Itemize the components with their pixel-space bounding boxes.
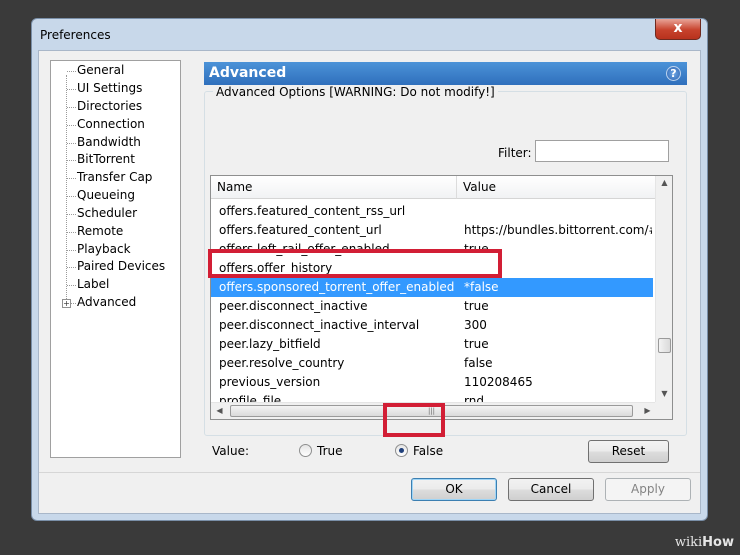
row-name: offers.featured_content_url [219, 223, 382, 237]
group-label: Advanced Options [WARNING: Do not modify… [213, 85, 498, 99]
sidebar-item-label: Bandwidth [77, 135, 141, 149]
preferences-tree: General UI Settings Directories Connecti… [50, 60, 181, 458]
panel-title: Advanced [209, 65, 287, 81]
value-label: Value: [212, 444, 249, 458]
sidebar-item-label: UI Settings [77, 81, 143, 95]
sidebar-item-label: Playback [77, 242, 131, 256]
vertical-scroll-thumb[interactable] [658, 338, 671, 353]
help-icon[interactable]: ? [666, 66, 681, 81]
row-name: offers.featured_content_rss_url [219, 204, 406, 218]
window-title: Preferences [40, 28, 111, 42]
cancel-button[interactable]: Cancel [508, 478, 594, 501]
apply-button[interactable]: Apply [605, 478, 691, 501]
expand-plus-icon[interactable]: + [62, 299, 71, 308]
radio-checked-icon [395, 444, 408, 457]
sidebar-item-label: Queueing [77, 188, 135, 202]
horizontal-scrollbar[interactable]: ◀ ||| ▶ [211, 402, 657, 419]
sidebar-item-label: Directories [77, 99, 143, 113]
row-value: true [464, 299, 489, 313]
vertical-scrollbar[interactable]: ▲ ▼ [655, 176, 672, 403]
watermark-suffix: How [702, 535, 734, 550]
sidebar-item-label: General [77, 63, 125, 77]
row-name: peer.lazy_bitfield [219, 337, 321, 351]
panel-title-bar: Advanced ? [204, 62, 687, 85]
table-row[interactable]: profile_file rnd [211, 392, 653, 402]
ok-button[interactable]: OK [411, 478, 497, 501]
sidebar-item-label: BitTorrent [77, 152, 135, 166]
table-row[interactable]: offers.featured_content_url https://bundl… [211, 221, 653, 240]
advanced-options-table: Name Value offers.featured_content_rss_u… [210, 175, 673, 420]
sidebar-item-label: Connection [77, 117, 145, 131]
radio-true[interactable]: True [299, 444, 343, 460]
table-row[interactable]: previous_version 110208465 [211, 373, 653, 392]
filter-input[interactable] [535, 140, 669, 162]
scroll-left-arrow-icon[interactable]: ◀ [211, 406, 228, 415]
table-row[interactable]: offers.left_rail_offer_enabled true [211, 240, 653, 259]
sidebar-item-label: Scheduler [77, 206, 138, 220]
sidebar-item-label: Remote [77, 224, 124, 238]
scroll-right-arrow-icon[interactable]: ▶ [639, 406, 656, 415]
row-name: offers.sponsored_torrent_offer_enabled [219, 280, 455, 294]
row-value: *false [464, 280, 499, 294]
column-header-name[interactable]: Name [211, 176, 457, 199]
filter-label: Filter: [498, 146, 532, 160]
row-value: true [464, 337, 489, 351]
table-row[interactable]: peer.resolve_country false [211, 354, 653, 373]
dialog-client-area: General UI Settings Directories Connecti… [38, 50, 701, 514]
scrollbar-corner [655, 402, 672, 419]
scroll-down-arrow-icon[interactable]: ▼ [656, 389, 672, 398]
preferences-window: Preferences x General UI Settings Direct… [31, 18, 708, 521]
table-row[interactable]: offers.featured_content_rss_url [211, 202, 653, 221]
sidebar-item-label: Paired Devices [77, 259, 166, 273]
row-name: peer.resolve_country [219, 356, 345, 370]
table-row[interactable]: peer.lazy_bitfield true [211, 335, 653, 354]
row-name: offers.offer_history [219, 261, 333, 275]
row-value: rnd [464, 394, 484, 402]
radio-false-label: False [413, 444, 444, 458]
wikihow-watermark: wikiHow [675, 535, 734, 550]
column-header-value[interactable]: Value [457, 176, 657, 199]
table-body: offers.featured_content_rss_url offers.f… [211, 202, 657, 402]
sidebar-item-label: Advanced [77, 295, 137, 309]
radio-unchecked-icon [299, 444, 312, 457]
table-row[interactable]: offers.offer_history [211, 259, 653, 278]
radio-false[interactable]: False [395, 444, 443, 460]
tree-connector-line [66, 75, 67, 307]
scroll-up-arrow-icon[interactable]: ▲ [656, 178, 672, 187]
row-value: 110208465 [464, 375, 533, 389]
row-value: true [464, 242, 489, 256]
table-row[interactable]: peer.disconnect_inactive_interval 300 [211, 316, 653, 335]
row-value: 300 [464, 318, 487, 332]
row-value: https://bundles.bittorrent.com/#... [464, 223, 652, 237]
sidebar-item-label: Label [77, 277, 110, 291]
row-name: offers.left_rail_offer_enabled [219, 242, 390, 256]
sidebar-item-label: Transfer Cap [77, 170, 153, 184]
table-row[interactable]: peer.disconnect_inactive true [211, 297, 653, 316]
watermark-prefix: wiki [674, 535, 703, 550]
row-name: peer.disconnect_inactive [219, 299, 368, 313]
row-name: peer.disconnect_inactive_interval [219, 318, 420, 332]
row-value: false [464, 356, 493, 370]
footer-divider [39, 472, 700, 473]
reset-button[interactable]: Reset [588, 440, 669, 463]
row-name: profile_file [219, 394, 282, 402]
close-button[interactable]: x [655, 19, 701, 40]
row-name: previous_version [219, 375, 321, 389]
horizontal-scroll-thumb[interactable]: ||| [230, 405, 633, 417]
radio-true-label: True [317, 444, 343, 458]
table-row-selected[interactable]: offers.sponsored_torrent_offer_enabled *f… [211, 278, 653, 297]
